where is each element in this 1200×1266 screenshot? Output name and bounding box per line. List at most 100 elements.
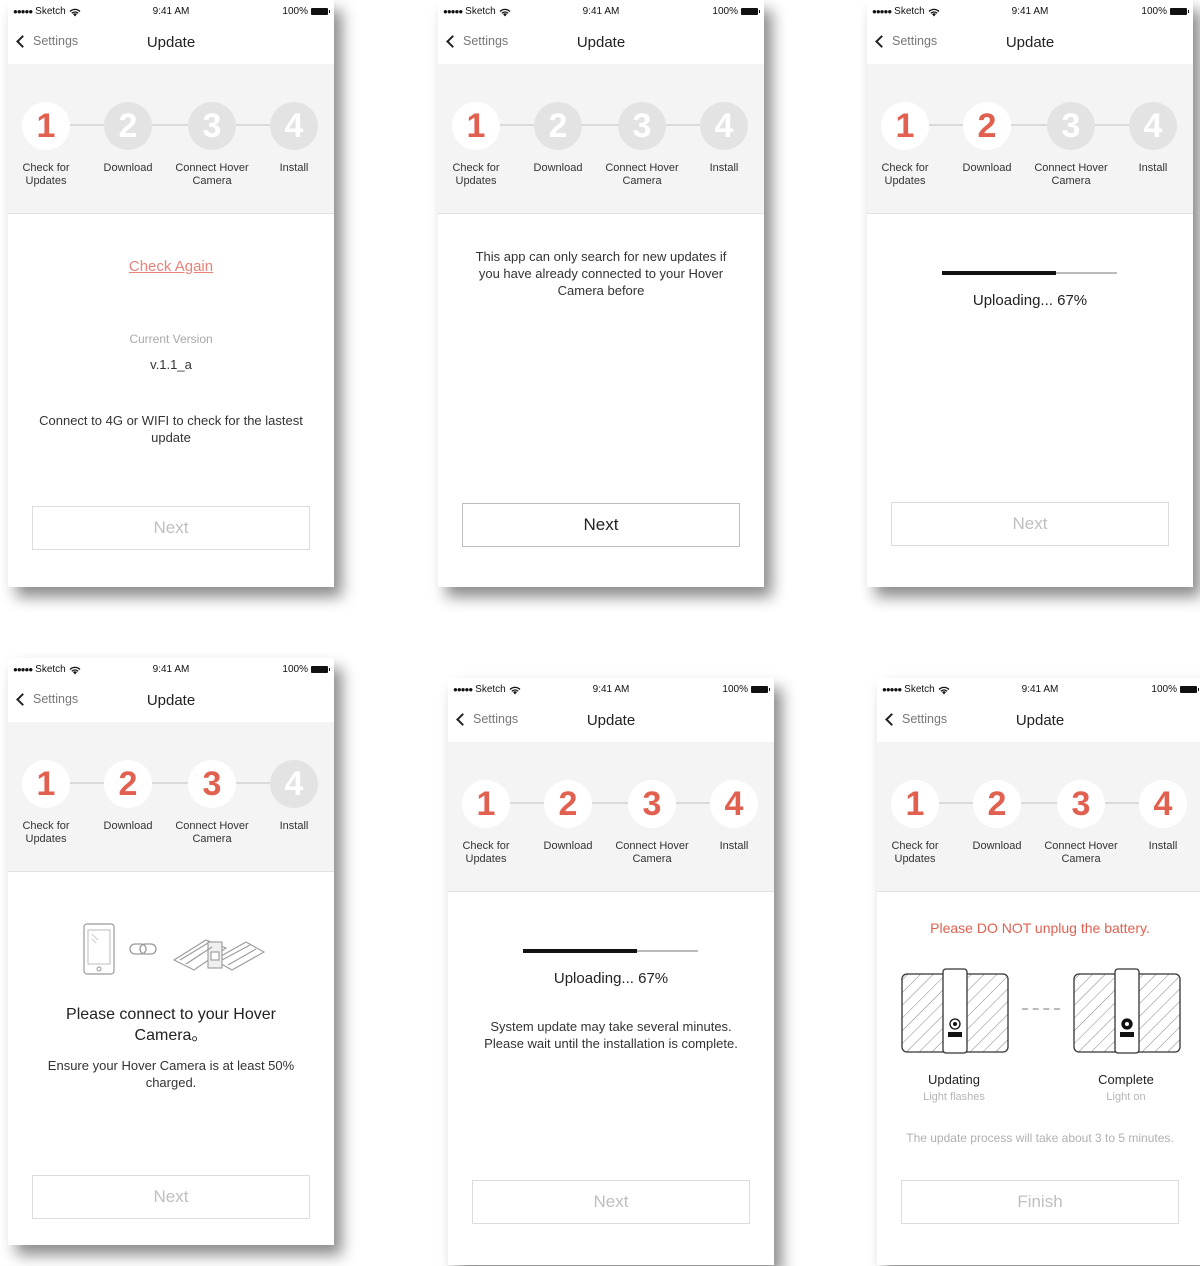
step-connector [676, 802, 710, 804]
step-connector [666, 124, 700, 126]
battery-icon [741, 8, 760, 15]
page-title: Update [1015, 712, 1065, 729]
step-3-circle: 3 [1057, 780, 1105, 828]
step-4-circle: 4 [1139, 780, 1187, 828]
nav-bar: Settings Update [438, 22, 764, 64]
step-2-circle: 2 [963, 102, 1011, 150]
connect-message: Connect to 4G or WIFI to check for the l… [39, 413, 303, 445]
status-bar: ●●●●● Sketch 9:41 AM 100% [867, 0, 1193, 22]
step-3-label: Connect Hover Camera [1034, 162, 1108, 187]
phone-icon [83, 923, 115, 975]
nav-bar: Settings Update [8, 680, 334, 722]
step-4-label: Install [279, 162, 309, 174]
step-connector [152, 124, 188, 126]
step-1-label: Check for Updates [22, 162, 70, 187]
step-2-label: Download [103, 162, 153, 174]
page-title: Update [586, 712, 636, 729]
steps-indicator: 1 Check for Updates 2 Download 3 Connect Hove… [8, 722, 334, 872]
step-3-label: Connect Hover Camera [605, 162, 679, 187]
step-2-circle: 2 [534, 102, 582, 150]
phone-screen-2: ●●●●● Sketch 9:41 AM 100% Settings Updat… [438, 0, 764, 587]
phone-screen-3: ●●●●● Sketch 9:41 AM 100% Settings Updat… [867, 0, 1193, 587]
page-title: Update [576, 34, 626, 51]
step-4-circle: 4 [710, 780, 758, 828]
upload-progress-bar [523, 949, 698, 953]
update-duration-note: The update process will take about 3 to … [906, 1131, 1174, 1145]
battery-icon [311, 8, 330, 15]
step-3-circle: 3 [188, 102, 236, 150]
step-1-circle: 1 [891, 780, 939, 828]
complete-status: Complete Light on [1071, 1072, 1181, 1103]
page-title: Update [1005, 34, 1055, 51]
next-button[interactable]: Next [891, 502, 1169, 546]
step-3-circle: 3 [188, 760, 236, 808]
nav-bar: Settings Update [867, 22, 1193, 64]
step-2-circle: 2 [104, 102, 152, 150]
step-connector [1011, 124, 1047, 126]
steps-indicator: 1 Check for Updates 2 Download 3 Connect Hove… [8, 64, 334, 214]
current-version-label: Current Version [129, 332, 213, 346]
phone-screen-6: ●●●●● Sketch 9:41 AM 100% Settings Updat… [877, 678, 1200, 1265]
uploading-status: Uploading... 67% [553, 970, 669, 987]
next-button[interactable]: Next [472, 1180, 750, 1224]
page-title: Update [146, 692, 196, 709]
updating-subtitle: Light flashes [923, 1091, 985, 1103]
step-1-label: Check for Updates [452, 162, 500, 187]
step-connector [236, 782, 270, 784]
step-connector [70, 124, 104, 126]
nav-bar: Settings Update [8, 22, 334, 64]
check-again-link[interactable]: Check Again [8, 258, 334, 275]
step-1-circle: 1 [462, 780, 510, 828]
complete-subtitle: Light on [1106, 1091, 1146, 1103]
status-bar: ●●●●● Sketch 9:41 AM 100% [448, 678, 774, 700]
step-3-label: Connect Hover Camera [175, 820, 249, 845]
step-4-label: Install [709, 162, 739, 174]
battery-percent: 100% [712, 6, 738, 17]
status-bar: ●●●●● Sketch 9:41 AM 100% [438, 0, 764, 22]
step-4-label: Install [1138, 162, 1168, 174]
battery-warning: Please DO NOT unplug the battery. [930, 920, 1150, 936]
updating-title: Updating [927, 1072, 981, 1087]
battery-percent: 100% [1151, 684, 1177, 695]
step-connector [582, 124, 618, 126]
steps-indicator: 1 Check for Updates 2 Download 3 Connect Hove… [438, 64, 764, 214]
battery-percent: 100% [282, 664, 308, 675]
current-version-value: v.1.1_a [150, 357, 192, 372]
step-connector [1021, 802, 1057, 804]
step-connector [1105, 802, 1139, 804]
step-1-label: Check for Updates [22, 820, 70, 845]
status-bar: ●●●●● Sketch 9:41 AM 100% [8, 658, 334, 680]
step-4-label: Install [719, 840, 749, 852]
battery-percent: 100% [1141, 6, 1167, 17]
step-connector [152, 782, 188, 784]
battery-icon [1180, 686, 1199, 693]
upload-progress-fill [942, 271, 1056, 275]
install-wait-message: System update may take several minutes. … [484, 1019, 738, 1051]
upload-progress-fill [523, 949, 637, 953]
complete-title: Complete [1098, 1072, 1154, 1087]
step-connector [592, 802, 628, 804]
step-1-label: Check for Updates [891, 840, 939, 865]
phone-screen-4: ●●●●● Sketch 9:41 AM 100% Settings Updat… [8, 658, 334, 1245]
step-2-label: Download [972, 840, 1022, 852]
status-bar: ●●●●● Sketch 9:41 AM 100% [8, 0, 334, 22]
step-3-circle: 3 [1047, 102, 1095, 150]
battery-icon [1170, 8, 1189, 15]
finish-button[interactable]: Finish [901, 1180, 1179, 1224]
step-2-label: Download [543, 840, 593, 852]
status-bar: ●●●●● Sketch 9:41 AM 100% [877, 678, 1200, 700]
upload-progress-bar [942, 271, 1117, 275]
steps-indicator: 1 Check for Updates 2 Download 3 Connect Hove… [867, 64, 1193, 214]
charge-message: Ensure your Hover Camera is at least 50%… [47, 1058, 295, 1090]
next-button[interactable]: Next [32, 506, 310, 550]
step-1-label: Check for Updates [462, 840, 510, 865]
step-3-circle: 3 [618, 102, 666, 150]
next-button[interactable]: Next [32, 1175, 310, 1219]
step-4-label: Install [1148, 840, 1178, 852]
step-4-circle: 4 [700, 102, 748, 150]
step-4-circle: 4 [1129, 102, 1177, 150]
step-3-label: Connect Hover Camera [1044, 840, 1118, 865]
step-4-label: Install [279, 820, 309, 832]
step-connector [236, 124, 270, 126]
next-button[interactable]: Next [462, 503, 740, 547]
